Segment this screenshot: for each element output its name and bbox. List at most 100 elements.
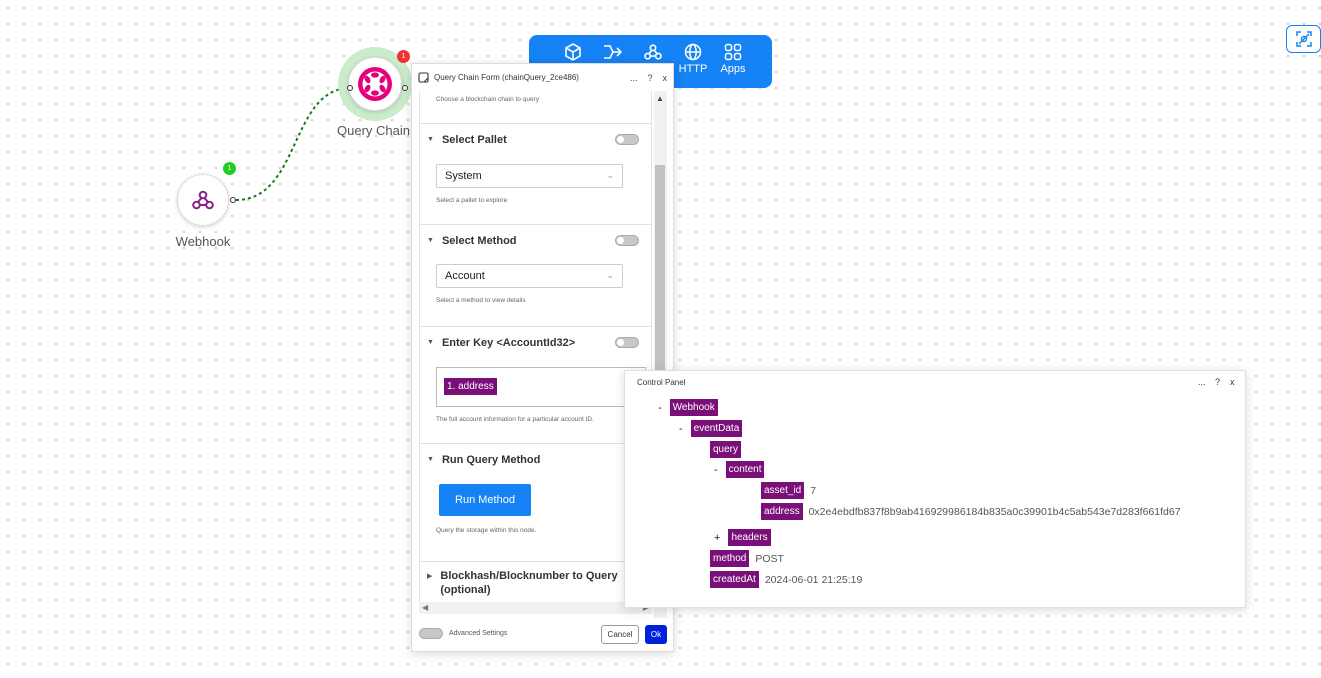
- chevron-down-icon: ⌄: [606, 170, 614, 180]
- chain-section: Choose a blockchain chain to query: [419, 91, 652, 124]
- blockhash-heading-line1: Blockhash/Blocknumber to Query: [440, 570, 618, 582]
- horizontal-scrollbar[interactable]: ◀ ▶: [419, 602, 652, 614]
- form-footer: Advanced Settings Cancel Ok: [412, 620, 675, 652]
- form-icon: [418, 72, 429, 83]
- toolbar-apps-label: Apps: [720, 63, 746, 75]
- form-scroll-area[interactable]: Choose a blockchain chain to query ▼ Sel…: [419, 91, 652, 618]
- tree-key-headers[interactable]: headers: [728, 529, 771, 546]
- scroll-left-icon: ◀: [422, 603, 429, 612]
- fit-view-button[interactable]: [1286, 25, 1321, 53]
- globe-icon: [684, 43, 702, 61]
- control-panel-title: Control Panel: [637, 378, 686, 387]
- flow-icon: [604, 45, 623, 59]
- tree-row-eventdata: - eventData: [679, 420, 748, 437]
- caret-down-icon: ▼: [427, 136, 434, 143]
- caret-down-icon: ▼: [427, 237, 434, 244]
- tree-key-address[interactable]: address: [761, 503, 803, 520]
- apps-grid-icon: [724, 43, 742, 61]
- tree-key-webhook[interactable]: Webhook: [669, 399, 718, 416]
- form-header: Query Chain Form (chainQuery_2ce486) ...…: [412, 64, 673, 91]
- webhook-node-circle[interactable]: [177, 174, 229, 226]
- tree-row-query: query: [710, 441, 747, 458]
- webhook-node-label: Webhook: [175, 234, 231, 249]
- collapse-toggle[interactable]: -: [714, 464, 718, 476]
- control-panel-close-button[interactable]: x: [1230, 377, 1235, 387]
- ok-button[interactable]: Ok: [645, 625, 667, 644]
- webhook-icon: [192, 190, 214, 210]
- form-help-button[interactable]: ?: [647, 73, 652, 83]
- tree-key-query[interactable]: query: [710, 441, 742, 458]
- pallet-select[interactable]: System ⌄: [436, 164, 623, 188]
- control-panel: Control Panel ... ? x - Webhook - eventD…: [624, 370, 1246, 608]
- collapse-toggle[interactable]: -: [679, 423, 683, 435]
- expand-toggle[interactable]: +: [714, 532, 720, 544]
- run-section: ▼ Run Query Method Run Method Query the …: [419, 444, 652, 562]
- key-input[interactable]: 1. address: [436, 367, 646, 407]
- blockhash-section-header[interactable]: ▶ Blockhash/Blocknumber to Query (option…: [420, 562, 651, 596]
- pallet-section: ▼ Select Pallet System ⌄ Select a pallet…: [419, 124, 652, 225]
- query-chain-node-badge: 1: [397, 50, 410, 63]
- webhook-node[interactable]: Webhook 1: [168, 162, 238, 249]
- method-section: ▼ Select Method Account ⌄ Select a metho…: [419, 225, 652, 327]
- tree-row-content: - content: [714, 461, 770, 478]
- advanced-settings-toggle[interactable]: [419, 628, 443, 639]
- pallet-help-text: Select a pallet to explore: [436, 197, 508, 204]
- method-help-text: Select a method to view details: [436, 297, 526, 304]
- pallet-toggle[interactable]: [615, 134, 639, 145]
- control-panel-help-button[interactable]: ?: [1215, 377, 1220, 387]
- toolbar-apps-button[interactable]: Apps: [713, 43, 753, 75]
- fit-view-icon: [1295, 31, 1312, 47]
- tree-row-createdat: createdAt 2024-06-01 21:25:19: [710, 571, 862, 588]
- form-more-button[interactable]: ...: [630, 73, 638, 83]
- toolbar-http-button[interactable]: HTTP: [673, 43, 713, 75]
- query-chain-output-port[interactable]: [402, 85, 408, 91]
- method-select[interactable]: Account ⌄: [436, 264, 623, 288]
- key-heading: Enter Key <AccountId32>: [441, 336, 576, 349]
- scroll-up-icon: ▲: [656, 94, 664, 103]
- key-section: ▼ Enter Key <AccountId32> 1. address The…: [419, 327, 652, 444]
- tree-row-webhook: - Webhook: [658, 399, 724, 416]
- tree-key-content[interactable]: content: [725, 461, 765, 478]
- control-panel-more-button[interactable]: ...: [1198, 377, 1206, 387]
- tree-key-asset-id[interactable]: asset_id: [761, 482, 805, 499]
- polkadot-icon: [358, 67, 392, 101]
- tree-value-address: 0x2e4ebdfb837f8b9ab416929986184b835a0c39…: [808, 505, 1181, 518]
- blockchain-icon: [565, 43, 581, 61]
- control-panel-header: Control Panel ... ? x: [625, 371, 1245, 395]
- run-section-header[interactable]: ▼ Run Query Method: [420, 444, 651, 469]
- method-toggle[interactable]: [615, 235, 639, 246]
- key-address-tag[interactable]: 1. address: [444, 378, 497, 395]
- toolbar-flow-button[interactable]: [593, 43, 633, 63]
- key-help-text: The full account information for a parti…: [436, 416, 594, 423]
- cancel-button[interactable]: Cancel: [601, 625, 639, 644]
- chain-help-text: Choose a blockchain chain to query: [436, 96, 539, 103]
- pallet-heading: Select Pallet: [441, 133, 507, 146]
- advanced-settings-label: Advanced Settings: [449, 630, 508, 637]
- method-select-value: Account: [445, 270, 485, 282]
- query-chain-node[interactable]: Query Chain 1: [335, 47, 415, 138]
- tree-row-address: address 0x2e4ebdfb837f8b9ab416929986184b…: [761, 503, 1181, 520]
- caret-right-icon: ▶: [427, 573, 433, 580]
- key-toggle[interactable]: [615, 337, 639, 348]
- run-method-button[interactable]: Run Method: [439, 484, 531, 516]
- tree-row-asset-id: asset_id 7: [761, 482, 816, 499]
- query-chain-input-port[interactable]: [347, 85, 353, 91]
- tree-key-eventdata[interactable]: eventData: [690, 420, 743, 437]
- query-chain-node-circle[interactable]: [348, 57, 402, 111]
- toolbar-blockchain-button[interactable]: [553, 43, 593, 63]
- toolbar-webhook-button[interactable]: [633, 43, 673, 63]
- tree-value-asset-id: 7: [810, 484, 817, 497]
- tree-key-method[interactable]: method: [710, 550, 750, 567]
- caret-down-icon: ▼: [427, 456, 434, 463]
- run-help-text: Query the storage within this node.: [436, 527, 537, 534]
- query-chain-node-label: Query Chain: [337, 123, 410, 138]
- tree-key-createdat[interactable]: createdAt: [710, 571, 759, 588]
- blockhash-heading-line2: (optional): [440, 584, 491, 596]
- collapse-toggle[interactable]: -: [658, 402, 662, 414]
- tree-value-method: POST: [755, 552, 784, 565]
- form-close-button[interactable]: x: [663, 73, 668, 83]
- method-heading: Select Method: [441, 234, 517, 247]
- pallet-select-value: System: [445, 170, 482, 182]
- webhook-output-port[interactable]: [230, 197, 236, 203]
- run-heading: Run Query Method: [441, 453, 541, 466]
